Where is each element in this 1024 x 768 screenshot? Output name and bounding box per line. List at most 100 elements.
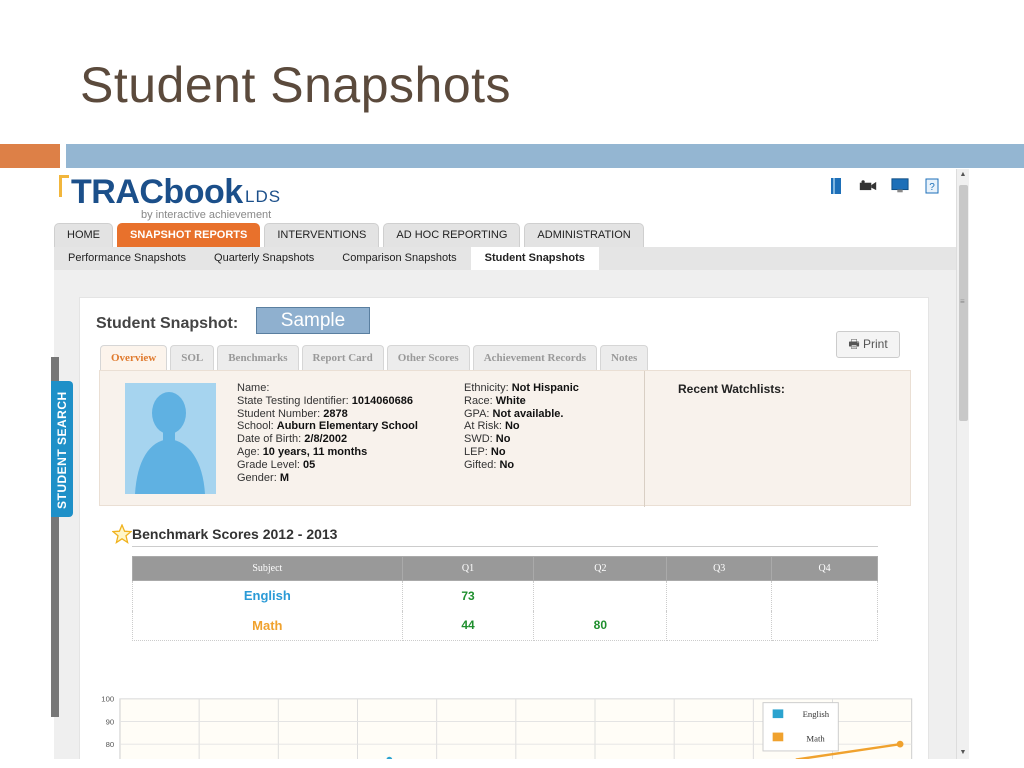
profile-row: Student Number: 2878 (237, 407, 348, 420)
benchmark-title: Benchmark Scores 2012 - 2013 (132, 526, 338, 542)
profile-row: LEP: No (464, 445, 506, 458)
snapshot-tabs: Overview SOL Benchmarks Report Card Othe… (100, 345, 649, 370)
tab-ad-hoc-reporting[interactable]: AD HOC REPORTING (383, 223, 521, 247)
tab-sol[interactable]: SOL (170, 345, 215, 370)
profile-row: State Testing Identifier: 1014060686 (237, 394, 413, 407)
score-cell (771, 580, 878, 611)
profile-row: Gender: M (237, 471, 289, 484)
book-icon[interactable] (827, 177, 845, 195)
profile-details-right: Ethnicity: Not Hispanic Race: White GPA:… (464, 382, 579, 472)
sample-label: Sample (256, 307, 370, 334)
y-tick-label: 90 (106, 717, 115, 726)
score-cell: 80 (533, 610, 668, 641)
score-cell (533, 580, 668, 611)
tab-notes[interactable]: Notes (600, 345, 649, 370)
table-row: Math 44 80 (132, 610, 878, 641)
profile-divider (644, 371, 645, 507)
series-math-point (896, 740, 904, 748)
y-tick-label: 80 (106, 740, 115, 749)
score-cell (666, 610, 773, 641)
toolbar-icons: ? (827, 177, 941, 195)
logo-main: TRACbook (71, 173, 243, 211)
slide: Student Snapshots TRACbook LDS by intera… (0, 0, 1024, 768)
svg-text:?: ? (929, 182, 935, 193)
benchmark-underline (132, 546, 878, 547)
student-profile: Name: State Testing Identifier: 10140606… (99, 370, 911, 507)
logo-bracket-icon (59, 175, 69, 197)
profile-row: Date of Birth: 2/8/2002 (237, 433, 348, 446)
profile-row: Grade Level: 05 (237, 458, 316, 471)
column-header: Q2 (533, 556, 668, 581)
profile-details-left: Name: State Testing Identifier: 10140606… (237, 382, 418, 484)
avatar (125, 383, 216, 494)
subnav-student-snapshots[interactable]: Student Snapshots (470, 247, 599, 270)
app-screenshot: TRACbook LDS by interactive achievement … (51, 169, 969, 759)
legend-label-english: English (803, 709, 830, 719)
logo-subtitle: by interactive achievement (141, 209, 272, 221)
profile-row: Age: 10 years, 11 months (237, 445, 368, 458)
column-header: Q3 (666, 556, 773, 581)
subnav-comparison-snapshots[interactable]: Comparison Snapshots (328, 247, 470, 270)
profile-row: Name: (237, 382, 270, 394)
chart-y-ticks: 100 90 80 (101, 695, 114, 749)
main-tabs: HOME SNAPSHOT REPORTS INTERVENTIONS AD H… (54, 223, 644, 247)
accent-bar-orange (0, 144, 60, 168)
score-cell (771, 610, 878, 641)
app-logo: TRACbook LDS by interactive achievement (57, 169, 317, 225)
tab-other-scores[interactable]: Other Scores (386, 345, 470, 370)
video-camera-icon[interactable] (859, 177, 877, 195)
printer-icon: 🖶 (848, 337, 860, 351)
tab-report-card[interactable]: Report Card (301, 345, 384, 370)
print-label: Print (862, 337, 888, 351)
y-tick-label: 100 (101, 695, 114, 704)
sub-nav: Performance Snapshots Quarterly Snapshot… (54, 247, 956, 270)
monitor-icon[interactable] (891, 177, 909, 195)
profile-row: Gifted: No (464, 458, 515, 471)
accent-bar-blue (66, 144, 1024, 168)
tab-interventions[interactable]: INTERVENTIONS (264, 223, 380, 247)
tab-home[interactable]: HOME (54, 223, 113, 247)
scroll-grip-icon: ≡ (960, 297, 965, 306)
subnav-quarterly-snapshots[interactable]: Quarterly Snapshots (200, 247, 328, 270)
tab-benchmarks[interactable]: Benchmarks (217, 345, 299, 370)
profile-row: School: Auburn Elementary School (237, 420, 418, 433)
subject-cell[interactable]: Math (132, 610, 403, 641)
tab-snapshot-reports[interactable]: SNAPSHOT REPORTS (117, 223, 261, 247)
recent-watchlists-label: Recent Watchlists: (678, 382, 785, 396)
slide-title: Student Snapshots (80, 57, 512, 113)
legend-swatch-english (772, 709, 784, 719)
subnav-performance-snapshots[interactable]: Performance Snapshots (54, 247, 200, 270)
score-cell (666, 580, 773, 611)
vertical-scrollbar[interactable]: ▲ ≡ ▼ (956, 169, 969, 759)
legend-label-math: Math (806, 733, 825, 743)
scroll-down-icon[interactable]: ▼ (957, 747, 969, 759)
profile-row: SWD: No (464, 433, 511, 446)
column-header: Q1 (401, 556, 535, 581)
scroll-up-icon[interactable]: ▲ (957, 169, 969, 181)
profile-row: Race: White (464, 394, 526, 407)
score-cell: 44 (401, 610, 535, 641)
table-row: English 73 (132, 580, 878, 611)
column-header: Q4 (771, 556, 878, 581)
profile-row: At Risk: No (464, 420, 520, 433)
print-button[interactable]: 🖶 Print (836, 331, 900, 358)
profile-row: GPA: Not available. (464, 407, 564, 420)
score-cell: 73 (401, 580, 535, 611)
column-header: Subject (132, 556, 403, 581)
logo-suffix: LDS (245, 187, 282, 206)
student-search-tab[interactable]: STUDENT SEARCH (51, 381, 73, 517)
benchmark-table: Subject Q1 Q2 Q3 Q4 English 73 Math 44 8… (132, 556, 878, 641)
tab-overview[interactable]: Overview (100, 345, 168, 370)
table-header-row: Subject Q1 Q2 Q3 Q4 (132, 556, 878, 581)
tab-administration[interactable]: ADMINISTRATION (524, 223, 644, 247)
star-icon (111, 523, 133, 549)
student-search-label: STUDENT SEARCH (55, 391, 69, 509)
chart-legend: English Math (762, 702, 839, 752)
legend-swatch-math (772, 732, 784, 742)
profile-row: Ethnicity: Not Hispanic (464, 382, 579, 394)
tab-achievement-records[interactable]: Achievement Records (472, 345, 598, 370)
snapshot-title: Student Snapshot: (96, 315, 239, 332)
benchmark-chart: 100 90 80 English Math (101, 695, 913, 759)
help-icon[interactable]: ? (923, 177, 941, 195)
subject-cell[interactable]: English (132, 580, 403, 611)
